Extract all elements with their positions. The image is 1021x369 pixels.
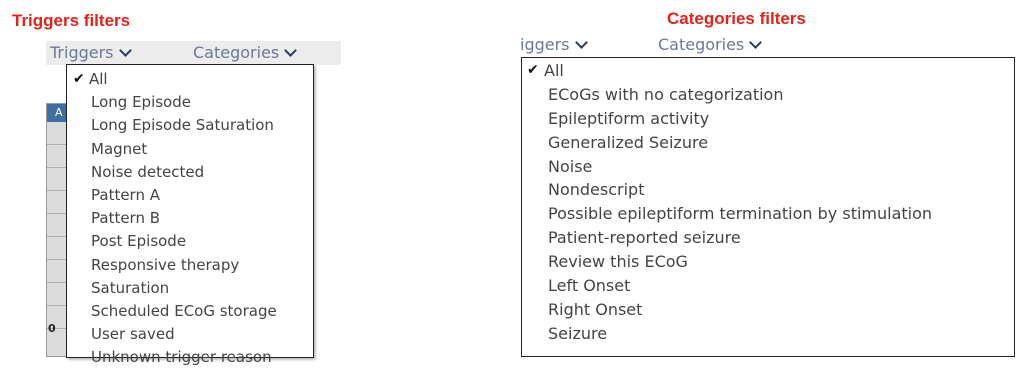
category-option-possible-epileptiform-termination-by-stimulation[interactable]: Possible epileptiform termination by sti… (522, 202, 1014, 226)
checkmark-icon: ✔ (73, 71, 85, 87)
categories-menu-list: ✔ All ECoGs with no categorization Epilepti… (522, 59, 1014, 346)
category-option-all[interactable]: ✔ All (522, 59, 1014, 83)
trigger-option-label: Pattern A (91, 185, 160, 204)
category-option-generalized-seizure[interactable]: Generalized Seizure (522, 131, 1014, 155)
triggers-toggle-label: Triggers (50, 43, 114, 62)
category-option-ecogs-with-no-categorization[interactable]: ECoGs with no categorization (522, 83, 1014, 107)
trigger-option-long-episode-saturation[interactable]: Long Episode Saturation (67, 114, 313, 137)
trigger-option-label: Magnet (91, 139, 148, 158)
category-option-nondescript[interactable]: Nondescript (522, 178, 1014, 202)
categories-toggle-label: Categories (658, 35, 745, 54)
trigger-option-label: Pattern B (91, 209, 161, 228)
categories-toggle-label: Categories (193, 43, 280, 62)
category-option-label: Patient-reported seizure (548, 228, 741, 248)
trigger-option-label: Scheduled ECoG storage (91, 301, 277, 320)
trigger-option-pattern-b[interactable]: Pattern B (67, 207, 313, 230)
category-option-label: Epileptiform activity (548, 108, 710, 128)
categories-dropdown-toggle[interactable]: Categories (193, 43, 298, 62)
triggers-dropdown-toggle[interactable]: iggers (520, 35, 588, 54)
categories-nav-bar: iggers Categories (520, 33, 820, 57)
chevron-down-icon (284, 44, 298, 57)
categories-dropdown-toggle[interactable]: Categories (658, 35, 763, 54)
category-option-label: Possible epileptiform termination by sti… (548, 204, 933, 224)
trigger-option-all[interactable]: ✔ All (67, 68, 313, 91)
triggers-filter-menu: ✔ All Long Episode Long Episode Saturation M… (66, 64, 314, 366)
trigger-option-long-episode[interactable]: Long Episode (67, 91, 313, 114)
categories-filter-menu: ✔ All ECoGs with no categorization Epilepti… (521, 57, 1015, 357)
trigger-option-post-episode[interactable]: Post Episode (67, 230, 313, 253)
trigger-option-label: All (89, 70, 108, 88)
category-option-label: Left Onset (548, 276, 631, 296)
triggers-filters-caption: Triggers filters (12, 11, 131, 30)
trigger-option-label: Long Episode (91, 93, 191, 112)
category-option-label: Right Onset (548, 299, 643, 319)
category-option-label: Review this ECoG (548, 252, 688, 272)
trigger-option-responsive-therapy[interactable]: Responsive therapy (67, 254, 313, 277)
table-cell: 0 (48, 322, 56, 335)
chevron-down-icon (574, 36, 588, 49)
trigger-option-label: Saturation (91, 278, 170, 297)
category-option-epileptiform-activity[interactable]: Epileptiform activity (522, 107, 1014, 131)
triggers-nav-bar: Triggers Categories (46, 41, 341, 65)
category-option-seizure[interactable]: Seizure (522, 322, 1014, 346)
category-option-review-this-ecog[interactable]: Review this ECoG (522, 250, 1014, 274)
chevron-down-icon (118, 44, 132, 57)
trigger-option-label: User saved (91, 325, 175, 344)
category-option-label: Noise (548, 156, 593, 176)
category-option-label: Seizure (548, 323, 608, 343)
trigger-option-saturation[interactable]: Saturation (67, 277, 313, 300)
checkmark-icon: ✔ (527, 62, 539, 78)
trigger-option-label: Long Episode Saturation (91, 116, 274, 135)
table-header-letter: A (55, 106, 63, 119)
chevron-down-icon (749, 36, 763, 49)
trigger-option-label: Responsive therapy (91, 255, 240, 274)
trigger-option-label: Noise detected (91, 162, 205, 181)
trigger-option-pattern-a[interactable]: Pattern A (67, 184, 313, 207)
trigger-option-magnet[interactable]: Magnet (67, 138, 313, 161)
category-option-label: All (544, 61, 564, 80)
category-option-right-onset[interactable]: Right Onset (522, 298, 1014, 322)
category-option-label: Nondescript (548, 180, 645, 200)
category-option-noise[interactable]: Noise (522, 155, 1014, 179)
categories-filters-caption: Categories filters (667, 9, 806, 28)
category-option-label: Generalized Seizure (548, 132, 709, 152)
category-option-label: ECoGs with no categorization (548, 84, 784, 104)
category-option-left-onset[interactable]: Left Onset (522, 274, 1014, 298)
triggers-menu-list: ✔ All Long Episode Long Episode Saturation M… (67, 68, 313, 369)
category-option-patient-reported-seizure[interactable]: Patient-reported seizure (522, 226, 1014, 250)
triggers-dropdown-toggle[interactable]: Triggers (50, 43, 132, 62)
trigger-option-user-saved[interactable]: User saved (67, 323, 313, 346)
trigger-option-noise-detected[interactable]: Noise detected (67, 161, 313, 184)
trigger-option-label: Post Episode (91, 232, 187, 251)
triggers-toggle-label: iggers (520, 35, 570, 54)
trigger-option-scheduled-ecog-storage[interactable]: Scheduled ECoG storage (67, 300, 313, 323)
